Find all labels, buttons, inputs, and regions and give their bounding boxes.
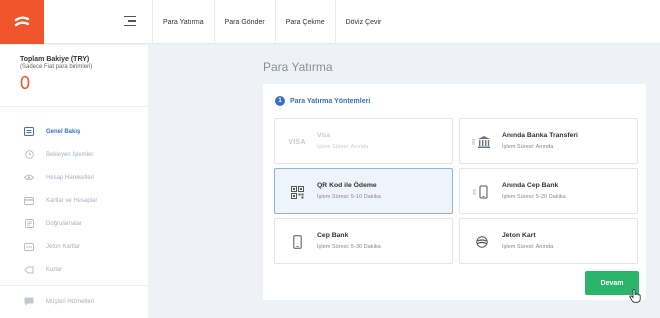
method-subtitle: İşlem Süresi: Anında — [502, 244, 554, 250]
sidebar-item-kartlar-hesaplar[interactable]: Kartlar ve Hesaplar — [0, 189, 148, 212]
method-card-cep-bank[interactable]: Cep Bank İşlem Süresi: 5-30 Dakika — [274, 218, 453, 264]
top-bar: Para Yatırma Para Gönder Para Çekme Dövi… — [0, 0, 660, 44]
method-card-qr-kod[interactable]: QR Kod ile Ödeme İşlem Süresi: 5-10 Daki… — [274, 168, 453, 214]
balance-title: Toplam Bakiye (TRY) — [20, 56, 90, 63]
nav-para-cekme[interactable]: Para Çekme — [274, 0, 335, 44]
nav-para-yatirma[interactable]: Para Yatırma — [152, 0, 214, 44]
sidebar-item-label: Jeton Kartlar — [46, 243, 81, 250]
nav-para-gonder[interactable]: Para Gönder — [213, 0, 275, 44]
sidebar-item-label: Kurlar — [46, 266, 63, 273]
method-title: Visa — [317, 132, 331, 139]
method-card-visa[interactable]: VISA Visa İşlem Süresi: Anında — [274, 118, 453, 164]
phone-icon — [287, 233, 307, 251]
balance-subtitle: (Sadece Fiat para birimleri) — [20, 64, 93, 70]
method-card-aninda-banka-transferi[interactable]: Anında Banka Transferi İşlem Süresi: Anı… — [459, 118, 638, 164]
sidebar-item-label: Kartlar ve Hesaplar — [46, 197, 98, 204]
dashboard-icon — [24, 127, 34, 137]
sidebar-item-kurlar[interactable]: Kurlar — [0, 258, 148, 281]
method-subtitle: İşlem Süresi: Anında — [502, 144, 554, 150]
sidebar: Toplam Bakiye (TRY) (Sadece Fiat para bi… — [0, 45, 148, 318]
sidebar-item-label: Müşteri Hizmetleri — [46, 298, 95, 305]
token-card-icon — [24, 242, 34, 252]
method-card-aninda-cep-bank[interactable]: Anında Cep Bank İşlem Süresi: 5-20 Dakik… — [459, 168, 638, 214]
balance-value: 0 — [20, 73, 31, 93]
method-title: Anında Cep Bank — [502, 182, 559, 189]
sidebar-item-dogrulamalar[interactable]: Doğrulamalar — [0, 212, 148, 235]
method-title: QR Kod ile Ödeme — [317, 182, 377, 189]
method-card-jeton-kart[interactable]: Jeton Kart İşlem Süresi: Anında — [459, 218, 638, 264]
method-subtitle: İşlem Süresi: 5-10 Dakika — [317, 194, 381, 200]
method-title: Cep Bank — [317, 232, 349, 239]
qr-code-icon — [287, 183, 307, 201]
sidebar-item-musteri-hizmetleri[interactable]: Müşteri Hizmetleri — [0, 290, 148, 313]
page-title: Para Yatırma — [263, 60, 333, 74]
method-title: Jeton Kart — [502, 232, 536, 239]
logo-icon — [14, 16, 30, 27]
sidebar-item-label: Hesap Hareketleri — [46, 174, 95, 181]
mobile-transfer-icon — [472, 183, 492, 201]
chat-icon — [24, 297, 34, 307]
method-subtitle: İşlem Süresi: 5-30 Dakika — [317, 244, 381, 250]
menu-toggle-icon[interactable] — [124, 16, 136, 28]
jeton-icon — [472, 233, 492, 251]
eye-icon — [24, 173, 34, 183]
top-nav: Para Yatırma Para Gönder Para Çekme Dövi… — [152, 0, 391, 44]
visa-logo-text: VISA — [288, 138, 306, 146]
sidebar-item-label: Bekleyen İşlemler — [46, 151, 94, 158]
nav-doviz-cevir[interactable]: Döviz Çevir — [334, 0, 392, 44]
tag-icon — [24, 265, 34, 275]
step-header: 1 Para Yatırma Yöntemleri — [275, 96, 370, 106]
sidebar-divider — [0, 285, 148, 286]
sidebar-item-label: Doğrulamalar — [46, 220, 83, 227]
step-number-badge: 1 — [275, 96, 285, 106]
document-icon — [24, 219, 34, 229]
method-subtitle: İşlem Süresi: 5-20 Dakika — [502, 194, 566, 200]
sidebar-item-bekleyen-islemler[interactable]: Bekleyen İşlemler — [0, 143, 148, 166]
clock-icon — [24, 150, 34, 160]
balance-box: Toplam Bakiye (TRY) (Sadece Fiat para bi… — [0, 45, 148, 107]
bank-icon — [472, 133, 492, 151]
sidebar-item-jeton-kartlar[interactable]: Jeton Kartlar — [0, 235, 148, 258]
method-subtitle: İşlem Süresi: Anında — [317, 144, 369, 150]
sidebar-item-hesap-hareketleri[interactable]: Hesap Hareketleri — [0, 166, 148, 189]
sidebar-item-genel-bakis[interactable]: Genel Bakış — [0, 120, 148, 143]
method-title: Anında Banka Transferi — [502, 132, 578, 139]
sidebar-item-label: Genel Bakış — [46, 128, 81, 135]
sidebar-menu: Genel Bakış Bekleyen İşlemler Hesap Hare… — [0, 120, 148, 313]
card-icon — [24, 196, 34, 206]
step-title: Para Yatırma Yöntemleri — [290, 97, 371, 105]
hand-cursor-icon — [629, 289, 641, 303]
visa-icon: VISA — [287, 133, 307, 151]
logo[interactable] — [0, 0, 44, 44]
